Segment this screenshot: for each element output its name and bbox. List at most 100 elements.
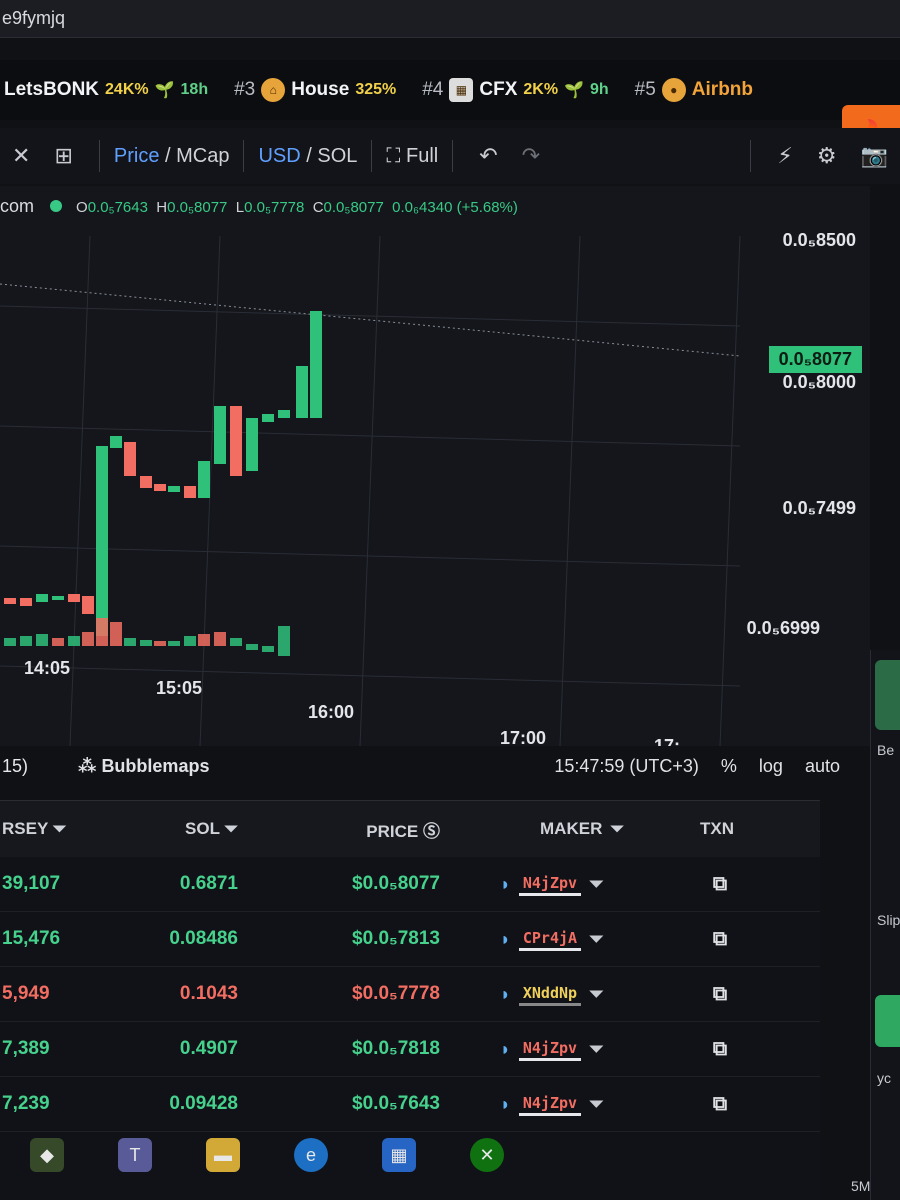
table-row[interactable]: 5,949 0.1043 $0.0₅7778 ◗ XNddNp ⏷ ⧉ [0,967,820,1022]
fish-icon: ◗ [500,983,511,1004]
candle [82,596,94,614]
volume-bar [230,638,242,646]
trend-name: Airbnb [691,79,754,100]
folder-icon[interactable]: ▬ [206,1138,240,1172]
candle [68,594,80,602]
col-header-sol[interactable]: SOL ⏷ [95,819,260,839]
gear-icon[interactable]: ⚙ [805,143,849,169]
fish-icon: ◗ [500,873,511,894]
maker-address[interactable]: CPr4jA [518,928,582,951]
edge-icon[interactable]: e [294,1138,328,1172]
airbnb-coin-icon: ● [661,78,686,102]
candle [96,446,108,636]
interval-label: 15) [2,755,29,776]
maker-address[interactable]: XNddNp [518,983,582,1006]
volume-bar [168,641,180,646]
chart-toolbar: ✕ ⊞ Price / MCap USD / SOL ⛶ Full ↶ ↷ ⚡ … [0,128,900,184]
chart-clock: 15:47:59 (UTC+3) [554,755,699,776]
maker-address[interactable]: N4jZpv [518,873,582,896]
grid-layout-icon[interactable]: ⊞ [42,143,84,169]
sol-toggle[interactable]: SOL [317,145,357,168]
side-label: Be [877,742,895,758]
table-row[interactable]: 15,476 0.08486 $0.0₅7813 ◗ CPr4jA ⏷ ⧉ [0,912,820,967]
log-toggle[interactable]: log [759,756,783,777]
bubblemaps-button[interactable]: ⁂ Bubblemaps [78,756,209,777]
buy-tab[interactable] [875,660,900,730]
trend-name: LetsBONK [4,79,100,100]
browser-url-bar[interactable]: e9fymjq [0,0,900,38]
trending-item-airbnb[interactable]: #5 ● Airbnb [635,78,753,102]
full-button[interactable]: Full [406,145,438,168]
price-toggle[interactable]: Price [114,145,160,168]
candle [4,598,16,604]
candle [296,366,308,418]
volume-bar [262,646,274,652]
filter-icon[interactable]: ⏷ [589,874,603,895]
maker-address[interactable]: N4jZpv [518,1038,582,1061]
trade-side-panel: Be Slip yc 5M [851,650,900,1200]
trend-pct: 2K% [523,81,559,98]
bubblemaps-icon: ⁂ [78,755,102,776]
volume-bar [184,636,196,646]
trending-item-letsbonk[interactable]: LetsBONK 24K% 🌱 18h [4,79,208,101]
sol-cell: 0.1043 [179,983,238,1004]
house-coin-icon: ⌂ [261,78,286,102]
sol-cell: 0.4907 [179,1038,238,1059]
y-tick-0: 0.0₅8500 [782,230,856,250]
volume-bar [36,634,48,646]
external-link-icon[interactable]: ⧉ [670,873,770,896]
auto-toggle[interactable]: auto [805,756,840,777]
filter-icon[interactable]: ⏷ [589,929,603,950]
fullscreen-icon[interactable]: ⛶ [386,145,406,168]
volume-bar [214,632,226,646]
x-tick-3: 17:00 [500,728,547,746]
grid-line [719,235,741,746]
camera-icon[interactable]: 📷 [849,143,900,169]
current-price-tag: 0.0₅8077 [768,346,862,373]
filter-icon[interactable]: ⏷ [589,1039,603,1060]
percent-toggle[interactable]: % [721,756,737,777]
filter-icon: ⏷ [224,819,238,838]
price-chart[interactable]: com O0.0₅7643 H0.0₅8077 L0.0₅7778 C0.0₅80… [0,186,870,746]
maker-cell: ◗ XNddNp ⏷ [470,983,670,1006]
quick-buy-button[interactable] [875,995,900,1047]
teams-icon[interactable]: T [118,1138,152,1172]
app-icon[interactable]: ◆ [30,1138,64,1172]
trending-item-cfx[interactable]: #4 ▦ CFX 2K% 🌱 9h [422,78,609,102]
trending-item-house[interactable]: #3 ⌂ House 325% [234,78,396,102]
col-header-price[interactable]: PRICE Ⓢ [260,817,470,842]
fish-icon: ◗ [500,928,511,949]
col-header-amount[interactable]: RSEY ⏷ [0,819,95,839]
candle [184,486,196,498]
store-icon[interactable]: ▦ [382,1138,416,1172]
table-row[interactable]: 39,107 0.6871 $0.0₅8077 ◗ N4jZpv ⏷ ⧉ [0,857,820,912]
sprout-icon: 🌱 [154,82,175,99]
external-link-icon[interactable]: ⧉ [670,1038,770,1061]
usd-toggle[interactable]: USD [258,145,300,168]
col-header-txn: TXN [700,819,734,838]
side-label: 5M [851,1178,871,1194]
external-link-icon[interactable]: ⧉ [670,928,770,951]
external-link-icon[interactable]: ⧉ [670,983,770,1006]
x-tick-0: 14:05 [24,658,71,678]
volume-bar [124,638,136,646]
indicator-icon[interactable]: ⚡ [765,143,804,169]
candle [246,418,258,471]
sol-cell: 0.08486 [169,928,238,949]
y-tick-1: 0.0₅8000 [782,372,856,392]
slippage-label: Slip [877,912,900,928]
redo-icon[interactable]: ↷ [510,143,552,169]
col-header-amount-label: RSEY [2,819,48,838]
filter-icon[interactable]: ⏷ [589,984,603,1005]
maker-cell: ◗ N4jZpv ⏷ [470,1038,670,1061]
table-row[interactable]: 7,389 0.4907 $0.0₅7818 ◗ N4jZpv ⏷ ⧉ [0,1022,820,1077]
undo-icon[interactable]: ↶ [467,143,509,169]
mcap-toggle[interactable]: MCap [176,145,229,168]
x-tick-2: 16:00 [308,702,355,722]
close-icon[interactable]: ✕ [0,143,42,169]
filter-icon: ⏷ [52,819,67,838]
col-header-maker[interactable]: MAKER ⏷ [470,819,670,839]
volume-bar [110,622,122,646]
price-cell: $0.0₅7813 [352,928,440,949]
xbox-icon[interactable]: ✕ [470,1138,504,1172]
